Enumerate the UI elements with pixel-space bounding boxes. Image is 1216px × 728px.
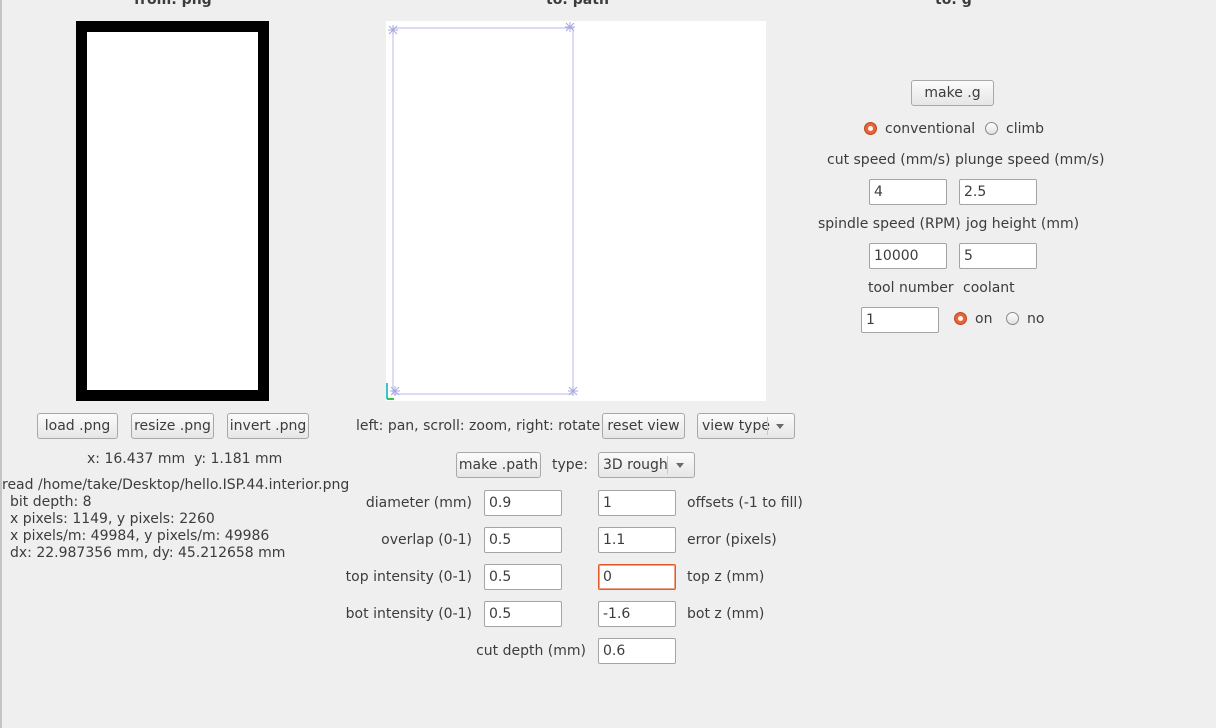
top-z-field[interactable] <box>598 564 676 590</box>
chevron-down-icon <box>676 463 684 468</box>
path-column-title: to: path <box>546 0 609 8</box>
coolant-no-label: no <box>1027 311 1045 327</box>
combo-separator <box>667 456 668 474</box>
coolant-on-radio[interactable] <box>954 312 967 325</box>
error-field[interactable] <box>598 527 676 553</box>
climb-label: climb <box>1006 121 1045 137</box>
coolant-on-label: on <box>975 311 993 327</box>
png-image-interior <box>87 32 258 390</box>
dimensions-info: dx: 22.987356 mm, dy: 45.212658 mm <box>10 545 286 561</box>
invert-png-button[interactable]: invert .png <box>227 413 309 439</box>
bit-depth-info: bit depth: 8 <box>10 494 92 510</box>
path-type-select[interactable]: 3D rough <box>598 452 695 478</box>
tool-number-field[interactable] <box>861 307 939 333</box>
bot-intensity-field[interactable] <box>484 601 562 627</box>
diameter-label: diameter (mm) <box>365 495 472 511</box>
bot-z-field[interactable] <box>598 601 676 627</box>
cursor-coordinates: x: 16.437 mm y: 1.181 mm <box>87 451 283 467</box>
diameter-field[interactable] <box>484 490 562 516</box>
path-type-value: 3D rough <box>603 457 668 473</box>
type-label: type: <box>552 457 588 473</box>
spindle-speed-field[interactable] <box>869 243 947 269</box>
read-file-info: read /home/take/Desktop/hello.ISP.44.int… <box>2 477 350 493</box>
g-column-title: to: g <box>935 0 972 8</box>
overlap-field[interactable] <box>484 527 562 553</box>
cut-speed-label: cut speed (mm/s) <box>827 152 951 168</box>
png-preview <box>76 21 269 401</box>
cut-depth-field[interactable] <box>598 638 676 664</box>
plunge-speed-label: plunge speed (mm/s) <box>955 152 1105 168</box>
chevron-down-icon <box>776 424 784 429</box>
cut-depth-label: cut depth (mm) <box>476 643 586 659</box>
offsets-field[interactable] <box>598 490 676 516</box>
plunge-speed-field[interactable] <box>959 179 1037 205</box>
tool-number-label: tool number <box>868 280 954 296</box>
png-column-title: from: png <box>134 0 212 8</box>
make-g-button[interactable]: make .g <box>911 80 994 106</box>
path-view-canvas[interactable] <box>386 21 766 401</box>
jog-height-field[interactable] <box>959 243 1037 269</box>
spindle-speed-label: spindle speed (RPM) <box>818 216 961 232</box>
overlap-label: overlap (0-1) <box>381 532 472 548</box>
conventional-radio[interactable] <box>864 122 877 135</box>
offsets-label: offsets (-1 to fill) <box>687 495 803 511</box>
top-intensity-field[interactable] <box>484 564 562 590</box>
combo-separator <box>767 417 768 435</box>
coolant-label: coolant <box>963 280 1015 296</box>
bot-intensity-label: bot intensity (0-1) <box>345 606 472 622</box>
error-label: error (pixels) <box>687 532 777 548</box>
top-z-label: top z (mm) <box>687 569 765 585</box>
window-left-edge <box>0 0 2 728</box>
pixel-count-info: x pixels: 1149, y pixels: 2260 <box>10 511 215 527</box>
conventional-label: conventional <box>885 121 976 137</box>
coolant-no-radio[interactable] <box>1006 312 1019 325</box>
jog-height-label: jog height (mm) <box>966 216 1080 232</box>
view-type-value: view type <box>702 418 770 434</box>
top-intensity-label: top intensity (0-1) <box>345 569 472 585</box>
view-controls-hint: left: pan, scroll: zoom, right: rotate <box>356 418 601 434</box>
climb-radio[interactable] <box>985 122 998 135</box>
view-type-select[interactable]: view type <box>697 413 795 439</box>
load-png-button[interactable]: load .png <box>37 413 118 439</box>
resize-png-button[interactable]: resize .png <box>131 413 214 439</box>
cut-speed-field[interactable] <box>869 179 947 205</box>
pixels-per-meter-info: x pixels/m: 49984, y pixels/m: 49986 <box>10 528 270 544</box>
toolpath-drawing <box>386 22 578 400</box>
reset-view-button[interactable]: reset view <box>602 413 685 439</box>
bot-z-label: bot z (mm) <box>687 606 765 622</box>
make-path-button[interactable]: make .path <box>456 452 541 478</box>
